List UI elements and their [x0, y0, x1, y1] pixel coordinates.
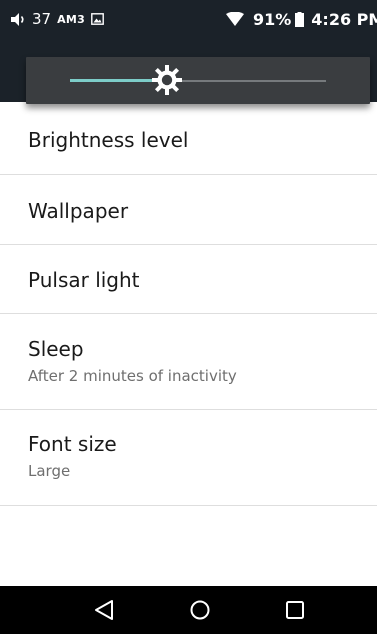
setting-font-size[interactable]: Font size Large — [0, 410, 377, 506]
brightness-dialog-band — [0, 38, 377, 104]
setting-summary: Large — [28, 462, 71, 480]
battery-percent: 91% — [253, 9, 292, 29]
status-bar-left: 37 AM3 — [10, 10, 105, 28]
setting-pulsar-light[interactable]: Pulsar light — [0, 245, 377, 314]
carrier-label: AM3 — [57, 12, 86, 26]
status-bar-right: 91% 4:26 PM — [226, 0, 377, 38]
battery-icon — [295, 11, 305, 27]
speaker-icon — [11, 12, 24, 26]
clock: 4:26 PM — [311, 9, 377, 29]
setting-title: Wallpaper — [28, 199, 129, 223]
recent-apps-icon[interactable] — [283, 598, 307, 622]
setting-title: Font size — [28, 432, 117, 456]
back-icon[interactable] — [92, 598, 116, 622]
setting-sleep[interactable]: Sleep After 2 minutes of inactivity — [0, 314, 377, 410]
volume-level: 37 — [32, 10, 52, 28]
setting-wallpaper[interactable]: Wallpaper — [0, 175, 377, 245]
setting-title: Pulsar light — [28, 268, 140, 292]
setting-brightness-level[interactable]: Brightness level — [0, 104, 377, 175]
wifi-icon — [226, 12, 244, 26]
brightness-sun-icon[interactable] — [151, 64, 183, 96]
navigation-bar — [0, 586, 377, 634]
setting-summary: After 2 minutes of inactivity — [28, 367, 237, 385]
image-icon — [91, 13, 105, 25]
brightness-slider-panel — [26, 57, 370, 104]
settings-list: Brightness level Wallpaper Pulsar light … — [0, 104, 377, 506]
setting-title: Brightness level — [28, 128, 189, 152]
status-bar: 37 AM3 91% 4:26 PM — [0, 0, 377, 38]
home-icon[interactable] — [188, 598, 212, 622]
setting-title: Sleep — [28, 337, 84, 361]
